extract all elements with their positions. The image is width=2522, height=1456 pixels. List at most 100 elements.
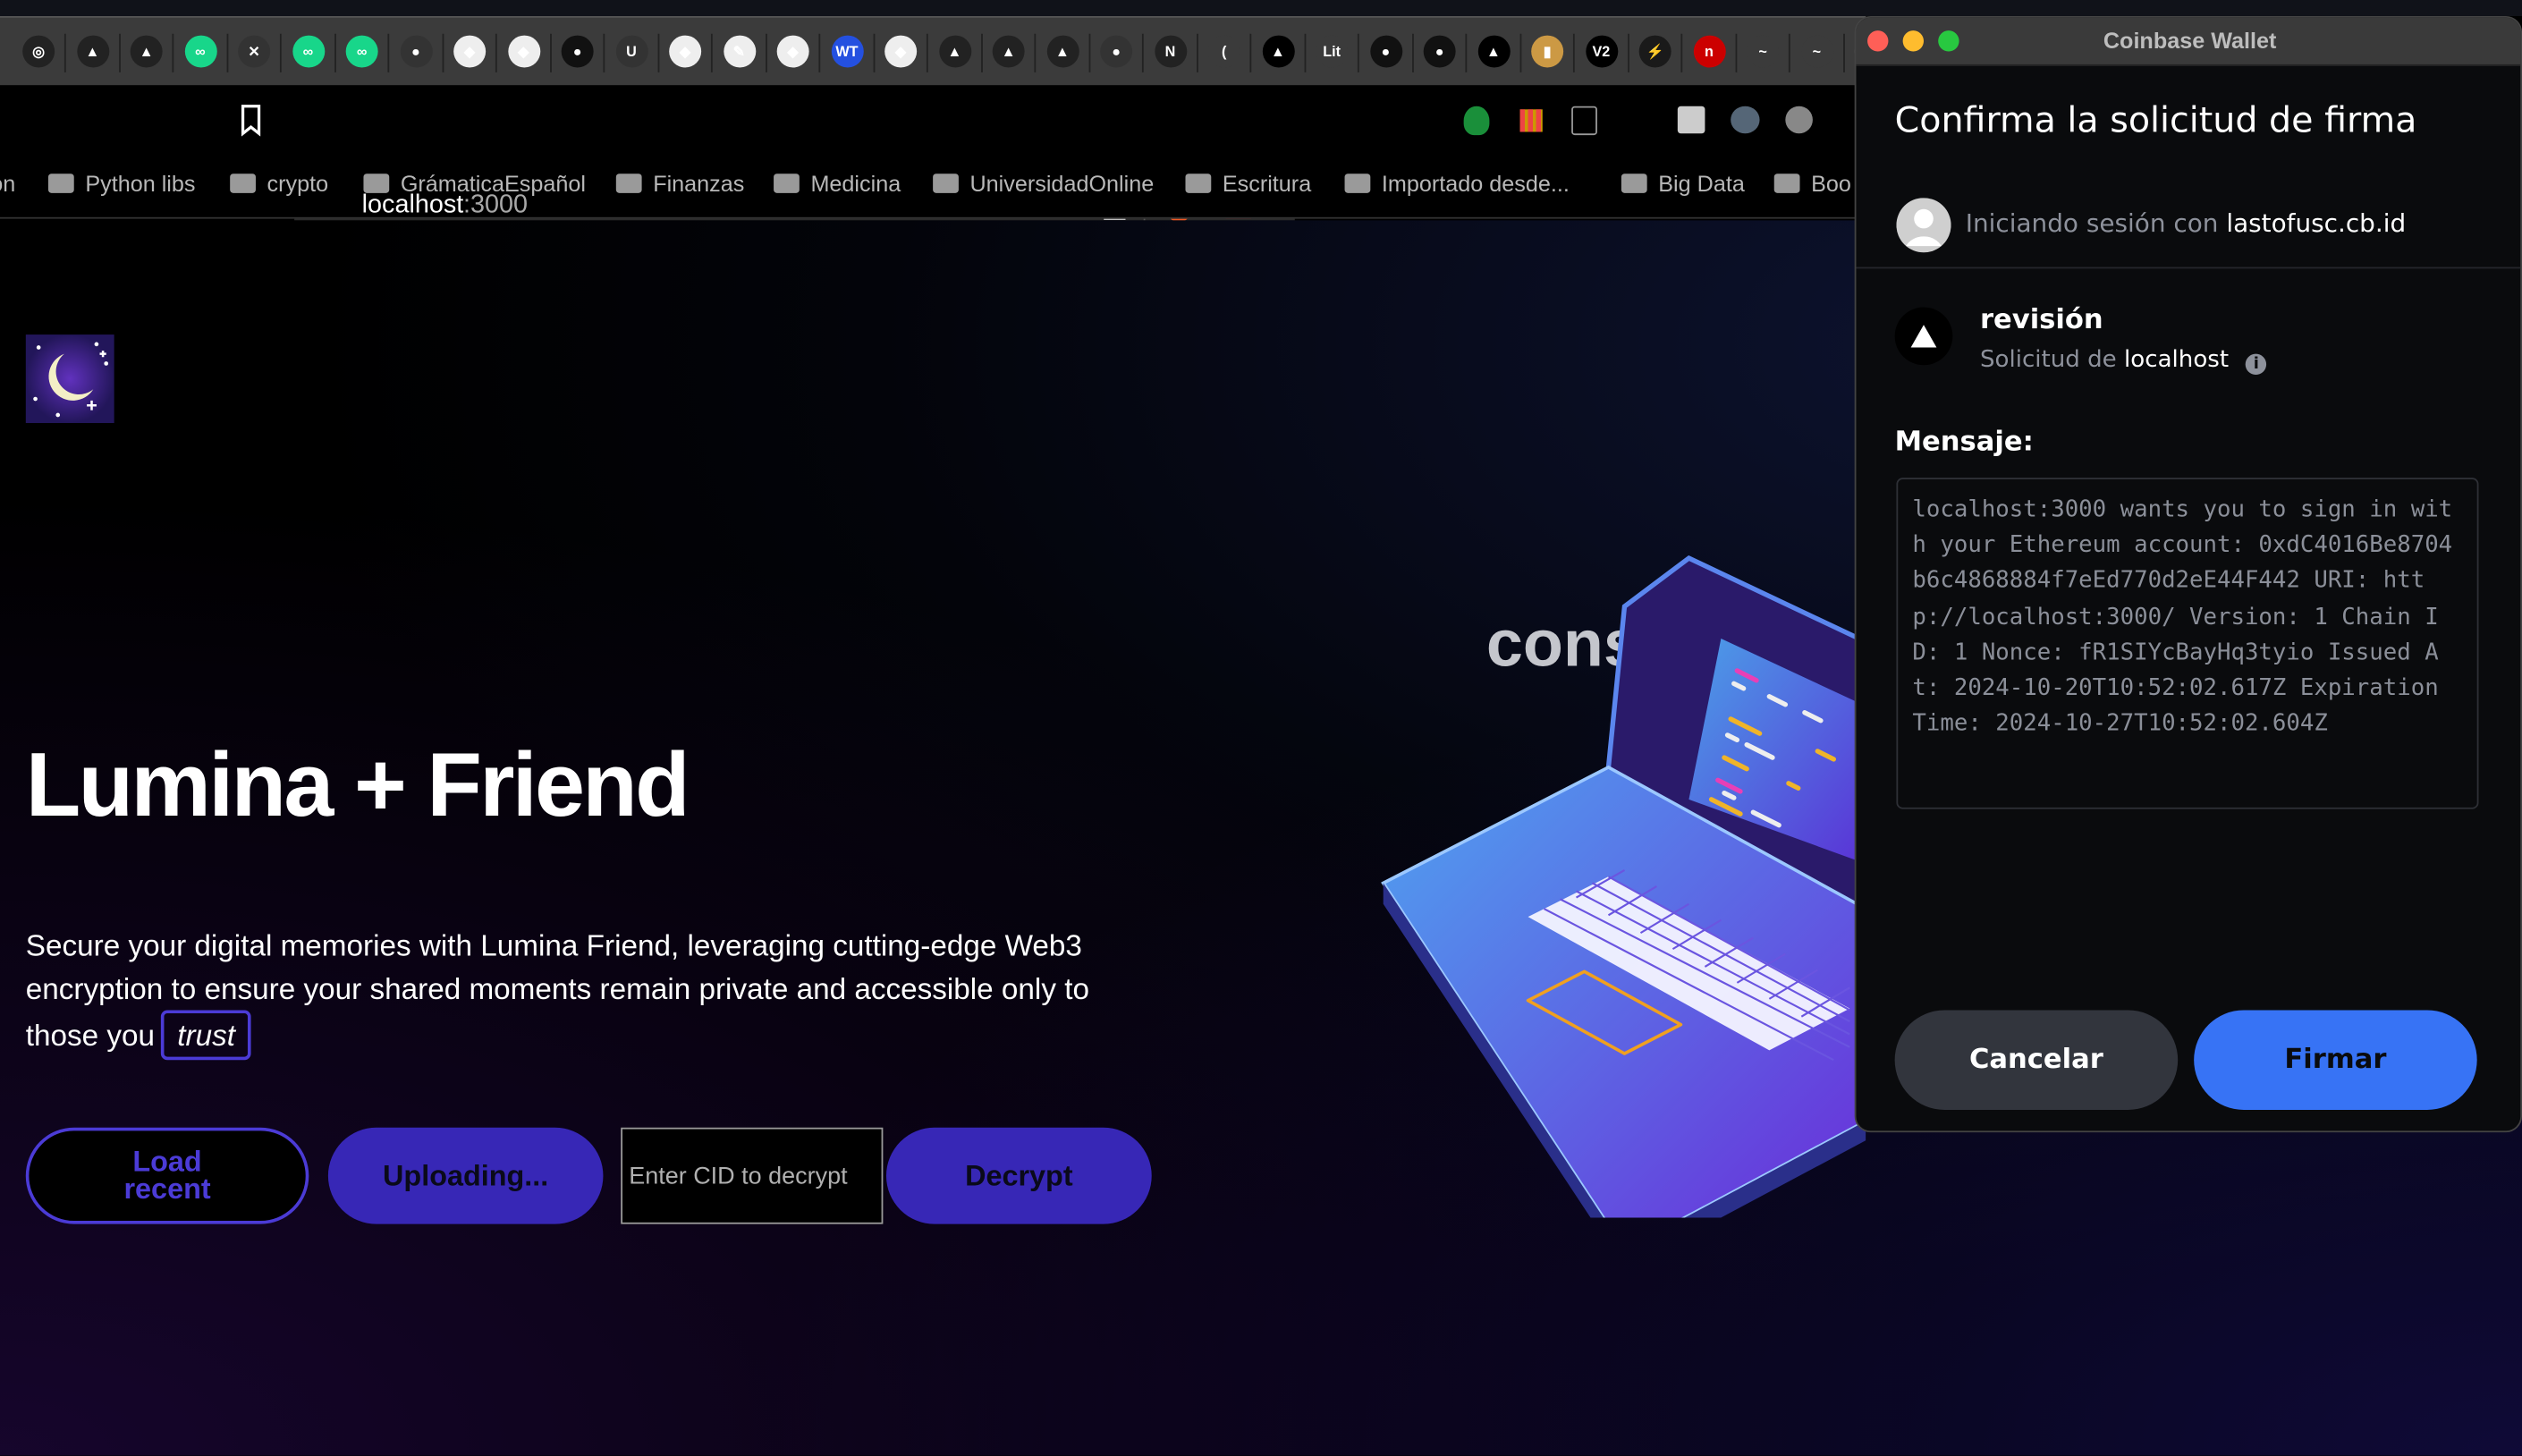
triangle-icon[interactable]: ▲ bbox=[130, 35, 163, 68]
bookmark-label: Finanzas bbox=[653, 170, 745, 197]
signature-icon[interactable]: ~ bbox=[1800, 35, 1833, 68]
triangle-icon[interactable]: ▲ bbox=[938, 35, 971, 68]
bookmark-item[interactable]: Escritura bbox=[1185, 171, 1311, 196]
ethereum-icon[interactable]: ◆ bbox=[669, 35, 702, 68]
url-port[interactable]: :3000 bbox=[463, 191, 528, 220]
pinned-tabs-bar: ◎▲▲∞✕∞∞●◆◆●U◆✎◆WT◆▲▲▲●N(▲Lit●●▲▮V2⚡n~~◐ bbox=[0, 15, 1899, 86]
ethereum-icon[interactable]: ◆ bbox=[507, 35, 540, 68]
tab-separator bbox=[63, 33, 66, 72]
tab-separator bbox=[710, 33, 713, 72]
rainbow-icon[interactable]: ▮ bbox=[1531, 35, 1564, 68]
folder-icon bbox=[1185, 174, 1212, 193]
apps-grid-icon[interactable] bbox=[1519, 109, 1543, 132]
bookmark-item[interactable]: Medicina bbox=[774, 171, 901, 196]
window-titlebar: Coinbase Wallet bbox=[1856, 17, 2521, 66]
tab-separator bbox=[279, 33, 282, 72]
reader-icon[interactable] bbox=[1571, 106, 1597, 136]
github-icon[interactable]: ● bbox=[561, 35, 594, 68]
coinbase-wallet-window: Coinbase Wallet Confirma la solicitud de… bbox=[1854, 15, 2522, 1133]
tab-separator bbox=[1411, 33, 1413, 72]
tab-separator bbox=[441, 33, 444, 72]
tab-separator bbox=[1572, 33, 1575, 72]
desktop-strip bbox=[0, 0, 2522, 16]
bookmark-item[interactable]: ón bbox=[0, 171, 15, 197]
ring-icon[interactable]: ◎ bbox=[22, 35, 55, 68]
github-icon[interactable]: ● bbox=[1100, 35, 1133, 68]
ethereum-icon[interactable]: ◆ bbox=[453, 35, 487, 68]
signature-icon[interactable]: ~ bbox=[1747, 35, 1780, 68]
folder-icon bbox=[1344, 174, 1371, 193]
tab-separator bbox=[225, 33, 228, 72]
bookmark-item[interactable]: Boo bbox=[1773, 171, 1851, 196]
v2-icon[interactable]: V2 bbox=[1585, 35, 1618, 68]
cid-input[interactable] bbox=[621, 1127, 884, 1224]
tab-separator bbox=[1303, 33, 1306, 72]
lit-icon[interactable]: U bbox=[614, 35, 647, 68]
bookmark-label: UniversidadOnline bbox=[969, 170, 1155, 197]
ethereum-icon[interactable]: ◆ bbox=[884, 35, 918, 68]
cancel-button[interactable]: Cancelar bbox=[1894, 1010, 2179, 1110]
tab-separator bbox=[1842, 33, 1844, 72]
bookmark-item[interactable]: UniversidadOnline bbox=[933, 170, 1155, 197]
bookmark-icon[interactable] bbox=[240, 105, 262, 137]
load-recent-button[interactable]: Load recent bbox=[25, 1127, 309, 1224]
wt-icon[interactable]: WT bbox=[830, 35, 863, 68]
triangle-icon[interactable]: ▲ bbox=[1045, 35, 1079, 68]
link-green-icon[interactable]: ∞ bbox=[292, 35, 325, 68]
triangle-icon[interactable]: ▲ bbox=[76, 35, 109, 68]
request-origin-text: Solicitud de localhost i bbox=[1980, 347, 2267, 376]
n-red-icon[interactable]: n bbox=[1692, 35, 1725, 68]
tab-separator bbox=[1249, 33, 1252, 72]
ethereum-icon[interactable]: ◆ bbox=[776, 35, 809, 68]
link-green-icon[interactable]: ∞ bbox=[345, 35, 378, 68]
uploading-button[interactable]: Uploading... bbox=[327, 1127, 604, 1224]
x-icon[interactable]: ✕ bbox=[238, 35, 271, 68]
github-icon[interactable]: ● bbox=[1423, 35, 1456, 68]
bookmark-item[interactable]: crypto bbox=[230, 170, 329, 197]
tab-separator bbox=[1734, 33, 1737, 72]
triangle-icon[interactable]: ▲ bbox=[1477, 35, 1510, 68]
avatar-icon bbox=[1896, 198, 1951, 253]
bookmarks-bar: ónPython libscryptoGrámaticaEspañolFinan… bbox=[0, 157, 1866, 219]
github-icon[interactable]: ● bbox=[399, 35, 432, 68]
folder-icon bbox=[615, 174, 642, 193]
tab-separator bbox=[172, 33, 174, 72]
triangle-icon[interactable]: ▲ bbox=[1261, 35, 1294, 68]
sign-button[interactable]: Firmar bbox=[2194, 1010, 2477, 1110]
tab-separator bbox=[603, 33, 605, 72]
extension-coin-icon[interactable] bbox=[1785, 106, 1813, 134]
bookmark-label: crypto bbox=[267, 170, 329, 197]
bookmark-item[interactable]: Big Data bbox=[1621, 171, 1745, 196]
n-icon[interactable]: N bbox=[1154, 35, 1187, 68]
tab-separator bbox=[1465, 33, 1468, 72]
window-title: Coinbase Wallet bbox=[2103, 27, 2277, 54]
extension-glasses-icon[interactable] bbox=[1731, 106, 1760, 134]
evernote-icon[interactable] bbox=[1463, 106, 1490, 136]
qr-code-icon[interactable] bbox=[1677, 106, 1705, 134]
dialog-heading: Confirma la solicitud de firma bbox=[1894, 101, 2417, 142]
lit-icon[interactable]: Lit bbox=[1316, 35, 1349, 68]
signing-in-text: Iniciando sesión con lastofusc.cb.id bbox=[1966, 209, 2406, 238]
github-icon[interactable]: ● bbox=[1369, 35, 1402, 68]
tab-separator bbox=[549, 33, 551, 72]
message-box[interactable]: localhost:3000 wants you to sign in with… bbox=[1896, 478, 2479, 809]
notes-icon[interactable]: ✎ bbox=[723, 35, 756, 68]
folder-icon bbox=[47, 174, 74, 193]
tab-separator bbox=[334, 33, 335, 72]
triangle-icon[interactable]: ▲ bbox=[992, 35, 1025, 68]
request-origin: localhost bbox=[2124, 347, 2230, 374]
link-green-icon[interactable]: ∞ bbox=[183, 35, 216, 68]
bookmark-item[interactable]: Finanzas bbox=[615, 170, 745, 197]
paren-icon[interactable]: ( bbox=[1207, 35, 1240, 68]
info-icon[interactable]: i bbox=[2246, 353, 2267, 376]
folder-icon bbox=[1621, 174, 1647, 193]
message-label: Mensaje: bbox=[1894, 426, 2034, 459]
bookmark-label: ón bbox=[0, 170, 16, 197]
decrypt-button[interactable]: Decrypt bbox=[885, 1127, 1152, 1224]
bolt-icon[interactable]: ⚡ bbox=[1638, 35, 1671, 68]
url-host[interactable]: localhost bbox=[362, 191, 464, 220]
folder-icon bbox=[230, 174, 256, 193]
bookmark-item[interactable]: Python libs bbox=[47, 171, 195, 196]
bookmark-item[interactable]: Importado desde... bbox=[1344, 171, 1570, 196]
trust-highlight: trust bbox=[161, 1010, 251, 1061]
